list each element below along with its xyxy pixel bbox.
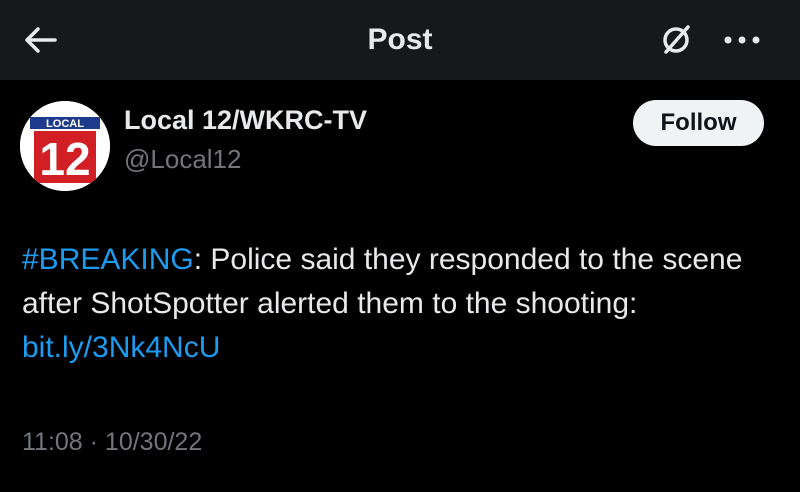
post-text: #BREAKING: Police said they responded to… [22, 238, 782, 370]
follow-button[interactable]: Follow [633, 100, 764, 146]
more-options-button[interactable] [716, 16, 768, 64]
author-name[interactable]: Local 12/WKRC-TV [124, 105, 367, 136]
local12-logo: LOCAL 12 [20, 101, 110, 191]
more-horizontal-icon [724, 36, 760, 44]
top-bar: Post [0, 0, 800, 80]
logo-top-text: LOCAL [46, 118, 84, 130]
post-link[interactable]: bit.ly/3Nk4NcU [22, 331, 220, 364]
grok-button[interactable] [652, 16, 700, 64]
author-handle[interactable]: @Local12 [124, 144, 241, 175]
avatar[interactable]: LOCAL 12 [20, 101, 110, 191]
post-timestamp[interactable]: 11:08 · 10/30/22 [22, 428, 202, 457]
grok-icon [663, 25, 690, 54]
logo-number: 12 [39, 133, 90, 185]
hashtag-link[interactable]: #BREAKING [22, 243, 194, 276]
